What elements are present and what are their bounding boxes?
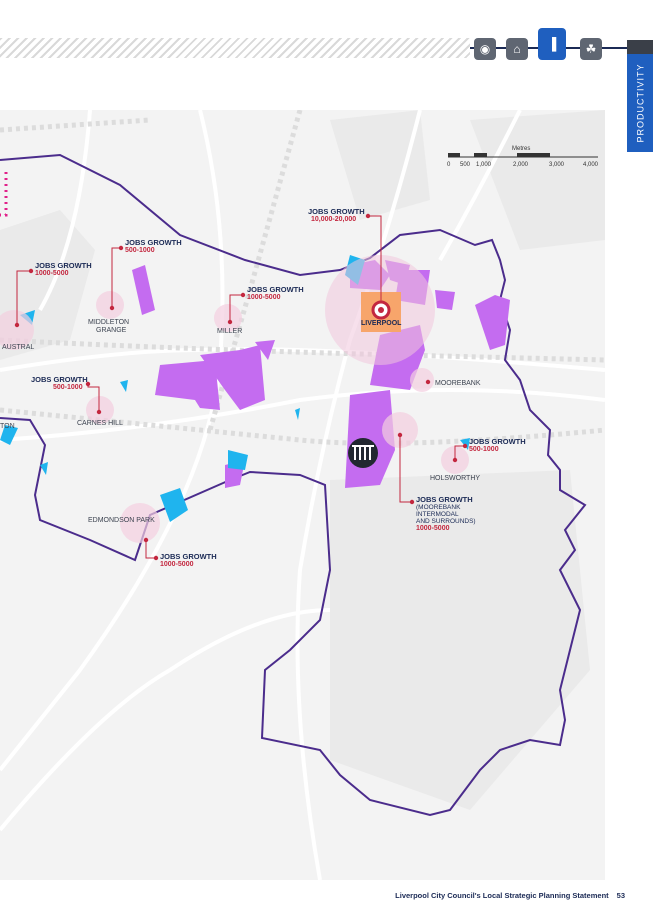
- callout-title: JOBS GROWTH: [247, 285, 304, 294]
- callout-title: JOBS GROWTH: [160, 552, 217, 561]
- callout-value: 500-1000: [53, 384, 83, 391]
- callout-value: 1000-5000: [247, 294, 281, 301]
- scale-label: Metres: [512, 146, 530, 152]
- tree-icon[interactable]: ☘: [580, 38, 602, 60]
- callout-value: 1000-5000: [160, 561, 194, 568]
- place-holsworthy: HOLSWORTHY: [430, 475, 480, 482]
- side-tab-productivity[interactable]: PRODUCTIVITY: [627, 54, 653, 152]
- callout-title: JOBS GROWTH: [31, 375, 88, 384]
- place-carnes-hill: CARNES HILL: [77, 420, 123, 427]
- callout-sub: INTERMODAL: [416, 511, 459, 518]
- callout-value: 500-1000: [125, 247, 155, 254]
- place-middleton-2: GRANGE: [96, 327, 127, 334]
- callout-value: 500-1000: [469, 446, 499, 453]
- liverpool-target-dot: [378, 307, 384, 313]
- page-number: 53: [616, 891, 625, 900]
- scale-tick: 4,000: [583, 162, 599, 168]
- scale-tick: 500: [460, 162, 471, 168]
- place-middleton-1: MIDDLETON: [88, 319, 129, 326]
- page-footer: Liverpool City Council's Local Strategic…: [390, 891, 625, 900]
- footer-title: Liverpool City Council's Local Strategic…: [395, 891, 609, 900]
- scale-tick: 2,000: [513, 162, 529, 168]
- callout-value: 10,000-20,000: [311, 216, 356, 223]
- place-austral: AUSTRAL: [2, 344, 34, 351]
- callout-title: JOBS GROWTH: [469, 437, 526, 446]
- place-moorebank: MOOREBANK: [435, 380, 481, 387]
- callout-value: 1000-5000: [416, 525, 450, 532]
- callout-value: 1000-5000: [35, 270, 69, 277]
- chart-icon[interactable]: ▐: [538, 28, 566, 60]
- intermodal-terminal-icon[interactable]: [348, 438, 378, 468]
- side-tab-cap: [627, 40, 653, 54]
- house-icon[interactable]: ⌂: [506, 38, 528, 60]
- callout-title: JOBS GROWTH: [416, 495, 473, 504]
- callout-title: JOBS GROWTH: [125, 238, 182, 247]
- side-tab-label: PRODUCTIVITY: [635, 63, 646, 143]
- callout-title: JOBS GROWTH: [308, 207, 365, 216]
- scale-tick: 1,000: [476, 162, 492, 168]
- place-leppington: TON: [0, 423, 15, 430]
- people-icon[interactable]: ◉: [474, 38, 496, 60]
- callout-title: JOBS GROWTH: [35, 261, 92, 270]
- header-hatch-band: [0, 38, 470, 58]
- place-liverpool: LIVERPOOL: [361, 320, 402, 327]
- scale-tick: 3,000: [549, 162, 565, 168]
- callout-sub: (MOOREBANK: [416, 504, 461, 511]
- map[interactable]: Metres 0 500 1,000 2,000 3,000 4,000 AUS…: [0, 110, 605, 880]
- callout-sub: AND SURROUNDS): [416, 518, 476, 525]
- place-edmondson-park: EDMONDSON PARK: [88, 517, 155, 524]
- place-miller: MILLER: [217, 328, 242, 335]
